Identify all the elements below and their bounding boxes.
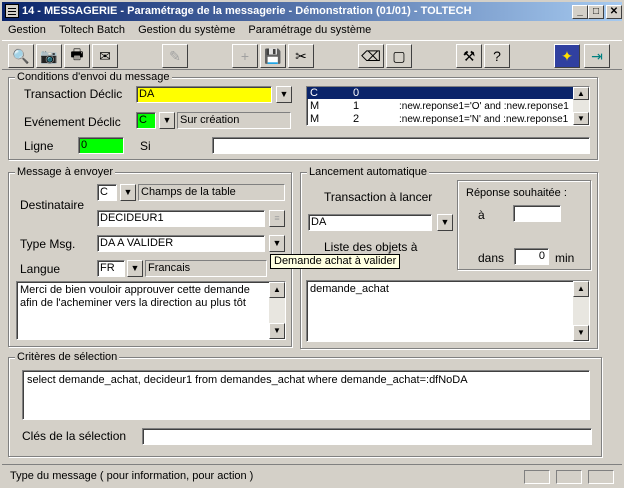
- reponse-label: Réponse souhaitée :: [466, 187, 567, 199]
- reponse-a-field[interactable]: [513, 205, 561, 222]
- destinataire-desc: Champs de la table: [138, 184, 285, 201]
- liste-objets-label: Liste des objets à: [324, 240, 418, 254]
- help-icon[interactable]: ?: [484, 44, 510, 68]
- message-scrollbar[interactable]: ▲ ▼: [269, 282, 285, 339]
- langue-label: Langue: [20, 262, 61, 276]
- scroll-up-icon[interactable]: ▲: [269, 282, 285, 298]
- scroll-up-icon[interactable]: ▲: [573, 281, 589, 297]
- main-window: { "window": {"title": "14 - MESSAGERIE -…: [0, 0, 624, 488]
- search-icon[interactable]: 🔍: [8, 44, 34, 68]
- scroll-down-icon[interactable]: ▼: [573, 325, 589, 341]
- tooltip: Demande achat à valider: [270, 254, 401, 269]
- type-msg-dropdown-button[interactable]: ▼: [269, 235, 285, 252]
- app-icon: [5, 4, 19, 18]
- menu-gestion[interactable]: Gestion: [2, 22, 50, 36]
- langue-dropdown-button[interactable]: ▼: [127, 260, 143, 277]
- message-title: Message à envoyer: [15, 166, 115, 178]
- conditions-list[interactable]: C 0 M 1 :new.reponse1='O' and :new.repon…: [306, 86, 590, 126]
- message-body-text: Merci de bien vouloir approuver cette de…: [20, 284, 250, 309]
- destinataire-list-button[interactable]: ≡: [269, 210, 285, 227]
- objets-scrollbar[interactable]: ▲ ▼: [573, 281, 589, 341]
- transaction-label: Transaction Déclic: [24, 87, 123, 101]
- close-button[interactable]: ✕: [606, 5, 622, 19]
- langue-code-field[interactable]: FR: [97, 260, 125, 277]
- transaction-field[interactable]: DA: [136, 86, 272, 103]
- cles-label: Clés de la sélection: [22, 429, 127, 443]
- toolbar: 🔍 📷 🖶 ✉ ✎ + 💾 ✂ ⌫ ▢ ⚒ ? ✦ ⇥: [2, 40, 622, 70]
- new-page-icon[interactable]: ▢: [386, 44, 412, 68]
- camera-icon[interactable]: 📷: [36, 44, 62, 68]
- evenement-label: Evénement Déclic: [24, 115, 121, 129]
- objets-text: demande_achat: [310, 283, 389, 295]
- status-panel: [524, 470, 550, 484]
- menu-toltech-batch[interactable]: Toltech Batch: [53, 22, 129, 36]
- evenement-desc: Sur création: [177, 112, 291, 129]
- sql-text: select demande_achat, decideur1 from dem…: [27, 374, 468, 386]
- destinataire-code-field[interactable]: C: [97, 184, 117, 201]
- evenement-dropdown-button[interactable]: ▼: [159, 112, 175, 129]
- tools-icon[interactable]: ⚒: [456, 44, 482, 68]
- evenement-code-field[interactable]: C: [136, 112, 156, 129]
- dans-label: dans: [478, 251, 505, 265]
- criteres-title: Critères de sélection: [15, 351, 120, 363]
- print-icon[interactable]: 🖶: [64, 44, 90, 68]
- magic-icon[interactable]: ✦: [554, 44, 580, 68]
- eraser-icon[interactable]: ⌫: [358, 44, 384, 68]
- edit-disabled-icon[interactable]: ✎: [162, 44, 188, 68]
- menu-parametrage-systeme[interactable]: Paramétrage du système: [242, 22, 375, 36]
- maximize-button[interactable]: □: [588, 5, 604, 19]
- objets-textarea[interactable]: demande_achat ▲ ▼: [306, 280, 590, 342]
- cut-icon[interactable]: ✂: [288, 44, 314, 68]
- status-text: Type du message ( pour information, pour…: [10, 470, 254, 482]
- langue-desc: Francais: [145, 260, 267, 277]
- transaction-dropdown-button[interactable]: ▼: [276, 86, 292, 103]
- menu-bar: Gestion Toltech Batch Gestion du système…: [2, 22, 622, 39]
- transaction-lancer-field[interactable]: DA: [308, 214, 432, 231]
- type-msg-label: Type Msg.: [20, 237, 76, 251]
- destinataire-dropdown-button[interactable]: ▼: [120, 184, 136, 201]
- type-msg-field[interactable]: DA A VALIDER: [97, 235, 265, 252]
- ligne-label: Ligne: [24, 139, 54, 153]
- status-bar: Type du message ( pour information, pour…: [2, 464, 622, 486]
- scroll-down-icon[interactable]: ▼: [269, 323, 285, 339]
- scroll-up-icon[interactable]: ▲: [573, 87, 589, 100]
- title-bar: 14 - MESSAGERIE - Paramétrage de la mess…: [2, 2, 622, 21]
- save-icon[interactable]: 💾: [260, 44, 286, 68]
- ligne-field[interactable]: 0: [78, 137, 124, 154]
- menu-gestion-systeme[interactable]: Gestion du système: [132, 22, 239, 36]
- a-label: à: [478, 208, 485, 222]
- transaction-lancer-dropdown-button[interactable]: ▼: [437, 214, 453, 231]
- window-title: 14 - MESSAGERIE - Paramétrage de la mess…: [22, 5, 472, 17]
- message-body-textarea[interactable]: Merci de bien vouloir approuver cette de…: [16, 281, 286, 340]
- list-item[interactable]: M 2 :new.reponse1='N' and :new.reponse1: [307, 113, 574, 125]
- add-icon[interactable]: +: [232, 44, 258, 68]
- lancement-title: Lancement automatique: [307, 166, 430, 178]
- cles-field[interactable]: [142, 428, 592, 445]
- conditions-title: Conditions d'envoi du message: [15, 71, 172, 83]
- status-panel: [556, 470, 582, 484]
- si-field[interactable]: [212, 137, 590, 154]
- status-panel: [588, 470, 614, 484]
- scroll-down-icon[interactable]: ▼: [573, 112, 589, 125]
- min-label: min: [555, 251, 575, 265]
- sql-textarea[interactable]: select demande_achat, decideur1 from dem…: [22, 370, 590, 420]
- destinataire-label: Destinataire: [20, 198, 85, 212]
- minimize-button[interactable]: _: [572, 5, 588, 19]
- exit-icon[interactable]: ⇥: [584, 44, 610, 68]
- mail-icon[interactable]: ✉: [92, 44, 118, 68]
- list-item[interactable]: M 1 :new.reponse1='O' and :new.reponse1: [307, 100, 574, 112]
- reponse-dans-field[interactable]: 0: [514, 248, 549, 265]
- destinataire-field[interactable]: DECIDEUR1: [97, 210, 265, 227]
- list-scrollbar[interactable]: ▲ ▼: [573, 87, 589, 125]
- transaction-lancer-label: Transaction à lancer: [324, 190, 433, 204]
- si-label: Si: [140, 139, 151, 153]
- list-item[interactable]: C 0: [307, 87, 574, 99]
